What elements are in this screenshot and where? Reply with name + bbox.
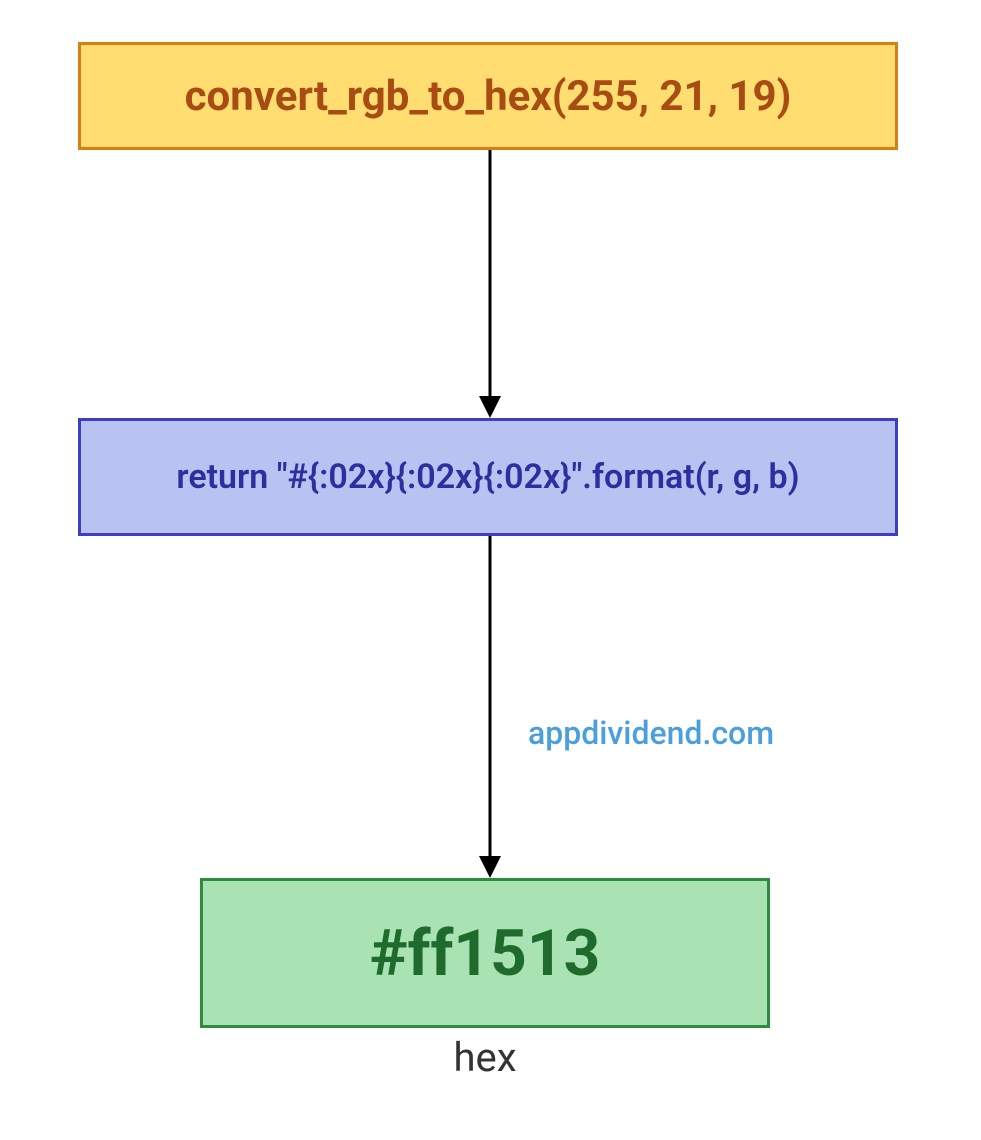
arrow-top-to-mid (460, 150, 520, 420)
node-function-call: convert_rgb_to_hex(255, 21, 19) (78, 42, 898, 150)
watermark-text: appdividend.com (528, 714, 774, 752)
node-output-caption: hex (200, 1034, 770, 1081)
node-return-statement-label: return "#{:02x}{:02x}{:02x}".format(r, g… (176, 457, 799, 497)
node-return-statement: return "#{:02x}{:02x}{:02x}".format(r, g… (78, 418, 898, 536)
node-function-call-label: convert_rgb_to_hex(255, 21, 19) (185, 72, 792, 121)
node-output-label: #ff1513 (370, 916, 601, 991)
node-output: #ff1513 (200, 878, 770, 1028)
arrow-mid-to-bot (460, 536, 520, 880)
